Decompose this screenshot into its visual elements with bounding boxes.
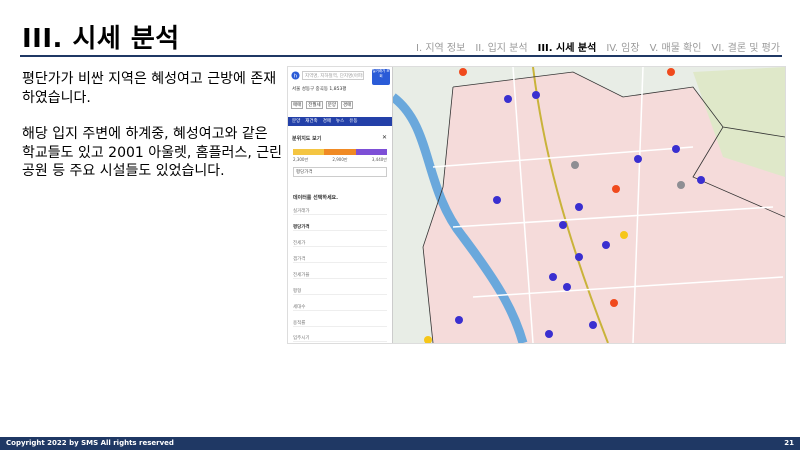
option-item[interactable]: 입주시기 [293, 335, 387, 342]
price-marker[interactable] [571, 161, 579, 169]
price-marker[interactable] [532, 91, 540, 99]
tab-presale[interactable]: 분양 [325, 101, 338, 109]
footer-bar: Copyright 2022 by SMS All rights reserve… [0, 437, 800, 450]
price-marker[interactable] [677, 181, 685, 189]
nav-item-conclusion[interactable]: VI. 결론 및 평가 [711, 39, 780, 54]
price-marker[interactable] [559, 221, 567, 229]
price-marker[interactable] [672, 145, 680, 153]
option-item[interactable]: 전세가 [293, 240, 387, 247]
search-input[interactable]: 지역명, 지하철역, 단지명(아파트명) 검색 [302, 71, 364, 80]
category-bar: 분양 재건축 경매 뉴스 유동 [288, 117, 392, 126]
price-legend-bar [293, 149, 387, 155]
page-number: 21 [784, 439, 794, 447]
location-count: 1,853평 [329, 87, 347, 92]
metric-select[interactable]: 평당가격 [293, 167, 387, 177]
legend-mid [324, 149, 356, 155]
nav-item-listings[interactable]: V. 매물 확인 [650, 39, 702, 54]
option-item[interactable]: 평형 [293, 288, 387, 295]
price-marker[interactable] [545, 330, 553, 338]
option-item[interactable]: 용적률 [293, 320, 387, 327]
option-item[interactable]: 실거래가 [293, 208, 387, 215]
price-marker[interactable] [667, 68, 675, 76]
footer-copyright: Copyright 2022 by SMS All rights reserve… [6, 439, 174, 447]
price-map[interactable] [393, 67, 785, 343]
option-item[interactable]: 평당가격 [293, 224, 387, 231]
side-panel: h 지역명, 지하철역, 단지명(아파트명) 검색 실거래가 조회 서울 성동구… [288, 67, 393, 343]
category-presale[interactable]: 분양 [292, 117, 300, 126]
price-marker[interactable] [634, 155, 642, 163]
price-marker[interactable] [575, 203, 583, 211]
option-item[interactable]: 세대수 [293, 304, 387, 311]
price-marker[interactable] [589, 321, 597, 329]
legend-label-low: 2,300만 [293, 157, 309, 162]
close-icon[interactable]: ✕ [382, 134, 387, 141]
price-marker[interactable] [575, 253, 583, 261]
nav-item-location[interactable]: II. 입지 분석 [475, 39, 527, 54]
option-item[interactable]: 전세가율 [293, 272, 387, 279]
svg-text:h: h [294, 73, 297, 79]
data-select-title: 데이터를 선택하세요. [293, 195, 339, 201]
nav-item-region[interactable]: I. 지역 정보 [416, 39, 465, 54]
legend-label-high: 3,440만 [371, 157, 387, 162]
nav-item-visit[interactable]: IV. 임장 [606, 39, 639, 54]
section-nav: I. 지역 정보 II. 입지 분석 III. 시세 분석 IV. 임장 V. … [416, 39, 780, 54]
price-marker[interactable] [620, 231, 628, 239]
category-flow[interactable]: 유동 [349, 117, 357, 126]
price-marker[interactable] [549, 273, 557, 281]
price-marker[interactable] [612, 185, 620, 193]
body-text: 평단가가 비싼 지역은 혜성여고 근방에 존재하였습니다. 해당 입지 주변에 … [22, 70, 284, 199]
paragraph-2: 해당 입지 주변에 하계중, 혜성여고와 같은 학교들도 있고 2001 아울렛… [22, 126, 282, 179]
title-divider [20, 55, 782, 57]
distribution-title: 분위지도 보기 [292, 136, 322, 142]
price-marker[interactable] [563, 283, 571, 291]
price-lookup-badge[interactable]: 실거래가 조회 [372, 69, 390, 85]
option-item[interactable]: 갭가격 [293, 256, 387, 263]
price-marker[interactable] [455, 316, 463, 324]
tab-auction[interactable]: 경매 [340, 101, 354, 109]
page-title: III. 시세 분석 [22, 24, 180, 54]
location-text: 서울 성동구 중곡동 1,853평 [292, 86, 346, 92]
paragraph-1: 평단가가 비싼 지역은 혜성여고 근방에 존재하였습니다. [22, 71, 277, 106]
price-marker[interactable] [504, 95, 512, 103]
category-rebuild[interactable]: 재건축 [305, 117, 317, 126]
legend-low [293, 149, 325, 155]
nav-item-price[interactable]: III. 시세 분석 [538, 39, 597, 54]
legend-labels: 2,300만 2,900만 3,440만 [293, 157, 387, 163]
category-news[interactable]: 뉴스 [336, 117, 344, 126]
trade-tabs: 매매 전월세 분양 경매 [291, 101, 354, 109]
price-marker[interactable] [493, 196, 501, 204]
location-name: 서울 성동구 중곡동 [292, 87, 328, 92]
price-marker[interactable] [459, 68, 467, 76]
app-screenshot: h 지역명, 지하철역, 단지명(아파트명) 검색 실거래가 조회 서울 성동구… [287, 66, 786, 344]
app-logo-icon: h [291, 71, 300, 80]
price-marker[interactable] [697, 176, 705, 184]
tab-sale[interactable]: 매매 [291, 101, 304, 109]
price-marker[interactable] [602, 241, 610, 249]
category-auction[interactable]: 경매 [323, 117, 331, 126]
price-marker[interactable] [610, 299, 618, 307]
tab-rent[interactable]: 전월세 [306, 101, 323, 109]
legend-label-mid: 2,900만 [332, 157, 348, 162]
legend-high [355, 149, 387, 155]
